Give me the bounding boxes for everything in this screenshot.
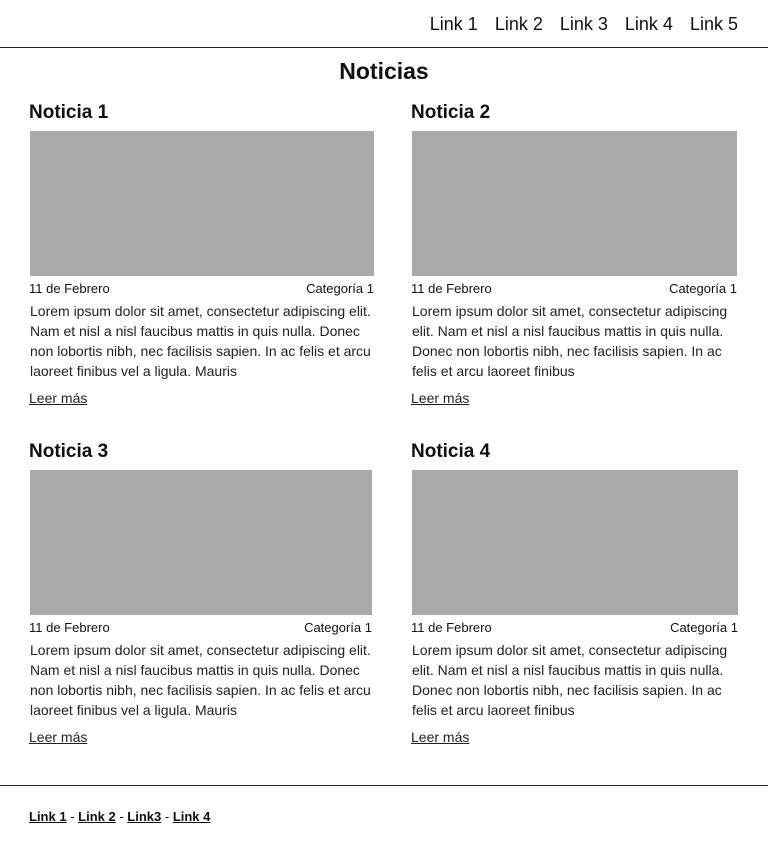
nav-link-1[interactable]: Link 1 [430,12,478,36]
footer-separator: - [161,809,173,824]
footer-separator: - [115,809,128,824]
news-title[interactable]: Noticia 4 [411,440,738,470]
news-excerpt: Lorem ipsum dolor sit amet, consectetur … [412,303,728,379]
footer-links: Link 1 - Link 2 - Link3 - Link 4 [29,809,210,825]
news-date: 11 de Febrero [29,620,110,635]
news-meta: 11 de Febrero Categoría 1 [411,281,737,297]
news-image-placeholder[interactable] [30,470,372,615]
news-meta: 11 de Febrero Categoría 1 [29,281,374,297]
news-image-placeholder[interactable] [412,131,737,276]
read-more-link[interactable]: Leer más [29,728,87,746]
news-card: Noticia 1 11 de Febrero Categoría 1 Lore… [29,101,374,408]
news-category: Categoría 1 [304,620,372,635]
news-date: 11 de Febrero [29,281,110,296]
top-navigation: Link 1 Link 2 Link 3 Link 4 Link 5 [0,0,768,48]
news-card: Noticia 4 11 de Febrero Categoría 1 Lore… [411,440,738,747]
footer: Link 1 - Link 2 - Link3 - Link 4 [0,785,768,850]
footer-link-3[interactable]: Link3 [127,809,161,824]
read-more-link[interactable]: Leer más [411,728,469,746]
nav-link-4[interactable]: Link 4 [625,12,673,36]
news-category: Categoría 1 [670,620,738,635]
footer-link-4[interactable]: Link 4 [173,809,211,824]
footer-link-2[interactable]: Link 2 [78,809,116,824]
nav-links: Link 1 Link 2 Link 3 Link 4 Link 5 [413,12,738,36]
nav-link-2[interactable]: Link 2 [495,12,543,36]
news-excerpt: Lorem ipsum dolor sit amet, consectetur … [412,642,728,718]
news-title[interactable]: Noticia 1 [29,101,374,131]
news-date: 11 de Febrero [411,281,492,296]
news-card: Noticia 3 11 de Febrero Categoría 1 Lore… [29,440,372,747]
page-title: Noticias [339,58,429,84]
news-meta: 11 de Febrero Categoría 1 [411,620,738,636]
footer-link-1[interactable]: Link 1 [29,809,67,824]
news-title[interactable]: Noticia 2 [411,101,737,131]
nav-link-5[interactable]: Link 5 [690,12,738,36]
news-card: Noticia 2 11 de Febrero Categoría 1 Lore… [411,101,737,408]
news-excerpt: Lorem ipsum dolor sit amet, consectetur … [30,642,371,718]
news-image-placeholder[interactable] [30,131,374,276]
news-category: Categoría 1 [669,281,737,296]
read-more-link[interactable]: Leer más [29,389,87,407]
news-date: 11 de Febrero [411,620,492,635]
news-category: Categoría 1 [306,281,374,296]
news-title[interactable]: Noticia 3 [29,440,372,470]
nav-link-3[interactable]: Link 3 [560,12,608,36]
read-more-link[interactable]: Leer más [411,389,469,407]
footer-separator: - [66,809,79,824]
news-excerpt: Lorem ipsum dolor sit amet, consectetur … [30,303,371,379]
news-image-placeholder[interactable] [412,470,738,615]
news-meta: 11 de Febrero Categoría 1 [29,620,372,636]
